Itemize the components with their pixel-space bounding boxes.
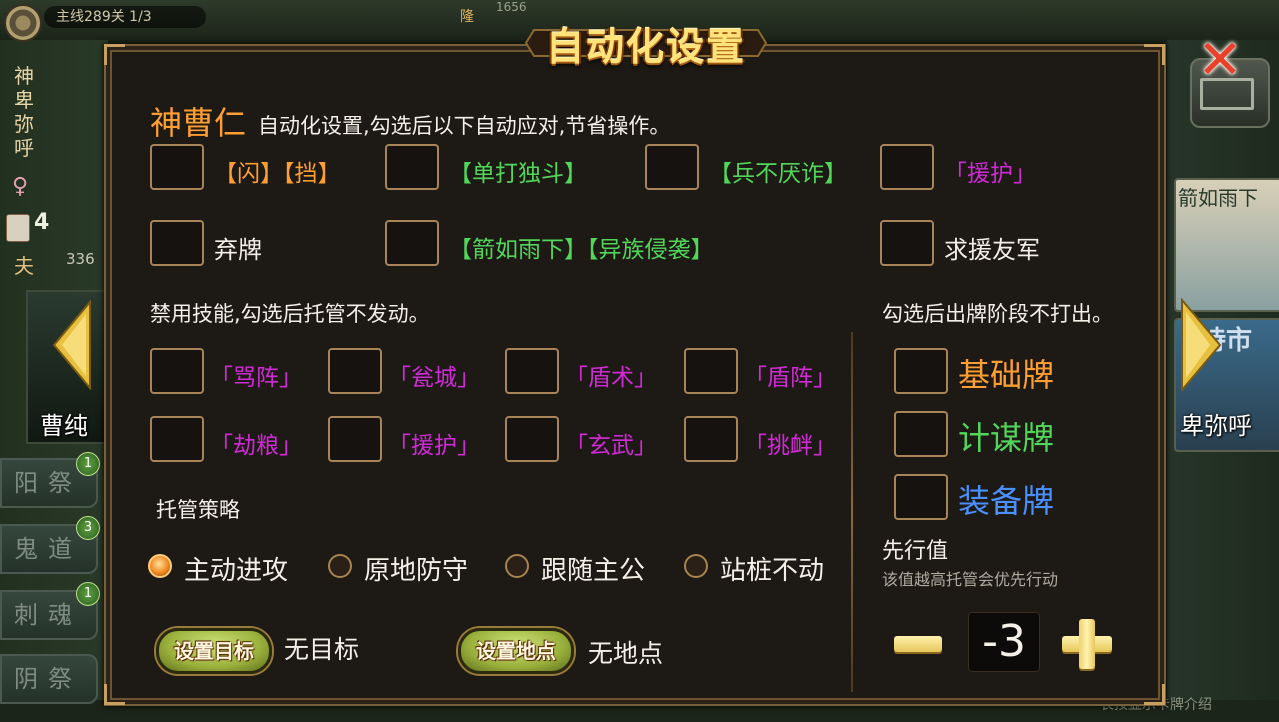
strategy-radio-defend[interactable] xyxy=(328,554,352,578)
plus-icon-vertical[interactable] xyxy=(1079,619,1095,669)
basic-card-label: 基础牌 xyxy=(958,356,1055,394)
skill-checkbox[interactable] xyxy=(505,348,559,394)
equip-card-label: 装备牌 xyxy=(958,482,1055,520)
right-arrow-icon[interactable] xyxy=(1180,298,1222,392)
skill-checkbox[interactable] xyxy=(328,348,382,394)
disable-heading: 禁用技能,勾选后托管不发动。 xyxy=(150,302,430,326)
target-value: 无目标 xyxy=(284,635,360,664)
auto-help-checkbox[interactable] xyxy=(880,220,934,266)
hero-name: 神曹仁 xyxy=(150,104,247,142)
strategy-card-checkbox[interactable] xyxy=(894,411,948,457)
priority-value: -3 xyxy=(968,612,1040,672)
hp-value: 336 xyxy=(66,250,95,268)
top-tag: 隆 xyxy=(460,9,474,25)
location-value: 无地点 xyxy=(588,639,664,668)
dialog-corner xyxy=(1144,684,1165,705)
stage-label: 主线289关 1/3 xyxy=(44,6,206,28)
side-button-3[interactable]: 阴祭 xyxy=(0,654,98,704)
strategy-radio-attack[interactable] xyxy=(148,554,172,578)
skill-label: 「援护」 xyxy=(388,433,480,459)
minus-icon[interactable] xyxy=(894,636,942,652)
close-x-icon[interactable]: ✕ xyxy=(1196,33,1244,87)
side-badge-1: 3 xyxy=(76,516,100,540)
next-hero-name[interactable]: 卑弥呼 xyxy=(1180,406,1252,441)
left-hero-name: 神卑弥呼 xyxy=(14,64,34,160)
skill-label: 「盾术」 xyxy=(565,365,657,391)
strategy-label[interactable]: 站桩不动 xyxy=(720,550,824,587)
auto-arrows-label: 【箭如雨下】【异族侵袭】 xyxy=(449,237,714,263)
auto-assist-checkbox[interactable] xyxy=(880,144,934,190)
strategy-card-label: 计谋牌 xyxy=(958,419,1055,457)
skill-checkbox[interactable] xyxy=(150,348,204,394)
auto-dodge-label: 【闪】【挡】 xyxy=(214,161,341,187)
skill-label: 「劫粮」 xyxy=(210,433,302,459)
auto-dodge-checkbox[interactable] xyxy=(150,144,204,190)
auto-duel-label: 【单打独斗】 xyxy=(449,161,587,187)
skill-checkbox[interactable] xyxy=(150,416,204,462)
set-target-button[interactable]: 设置目标 xyxy=(156,628,272,674)
skill-label: 「玄武」 xyxy=(565,433,657,459)
priority-hint: 该值越高托管会优先行动 xyxy=(882,570,1059,589)
skill-checkbox[interactable] xyxy=(684,416,738,462)
auto-trick-checkbox[interactable] xyxy=(645,144,699,190)
side-badge-2: 1 xyxy=(76,582,100,606)
strategy-radio-follow[interactable] xyxy=(505,554,529,578)
skill-checkbox[interactable] xyxy=(684,348,738,394)
auto-discard-label: 弃牌 xyxy=(214,236,262,264)
skill-label: 「骂阵」 xyxy=(210,365,302,391)
priority-label: 先行值 xyxy=(882,539,949,564)
auto-duel-checkbox[interactable] xyxy=(385,144,439,190)
auto-trick-label: 【兵不厌诈】 xyxy=(709,161,847,187)
settings-gear-icon[interactable] xyxy=(4,4,42,42)
right-card-1-title: 箭如雨下 xyxy=(1178,186,1258,210)
strategy-label[interactable]: 原地防守 xyxy=(364,550,468,587)
top-number: 1656 xyxy=(496,0,527,14)
card-heading: 勾选后出牌阶段不打出。 xyxy=(882,302,1113,326)
strategy-radio-stay[interactable] xyxy=(684,554,708,578)
set-location-button[interactable]: 设置地点 xyxy=(458,628,574,674)
section-divider xyxy=(851,332,853,692)
equip-card-checkbox[interactable] xyxy=(894,474,948,520)
hand-card-count: 4 xyxy=(34,210,50,235)
female-icon: ♀ xyxy=(12,174,29,199)
dialog-corner xyxy=(104,44,125,65)
strategy-label[interactable]: 主动进攻 xyxy=(184,550,288,587)
dialog-title: 自动化设置 xyxy=(545,25,746,69)
skill-label: 「瓮城」 xyxy=(388,365,480,391)
role-label: 夫 xyxy=(14,254,34,278)
strategy-heading: 托管策略 xyxy=(156,498,240,522)
skill-checkbox[interactable] xyxy=(328,416,382,462)
intro-text: 自动化设置,勾选后以下自动应对,节省操作。 xyxy=(258,114,671,138)
left-arrow-icon[interactable] xyxy=(52,300,92,390)
auto-assist-label: 「援护」 xyxy=(944,161,1036,187)
auto-discard-checkbox[interactable] xyxy=(150,220,204,266)
auto-help-label: 求援友军 xyxy=(944,236,1040,264)
prev-hero-name[interactable]: 曹纯 xyxy=(40,406,88,441)
dialog-corner xyxy=(1144,44,1165,65)
skill-label: 「挑衅」 xyxy=(744,433,836,459)
skill-label: 「盾阵」 xyxy=(744,365,836,391)
hand-cards-icon xyxy=(6,214,30,242)
strategy-label[interactable]: 跟随主公 xyxy=(541,550,645,587)
dialog-corner xyxy=(104,684,125,705)
side-badge-0: 1 xyxy=(76,452,100,476)
skill-checkbox[interactable] xyxy=(505,416,559,462)
basic-card-checkbox[interactable] xyxy=(894,348,948,394)
auto-arrows-checkbox[interactable] xyxy=(385,220,439,266)
